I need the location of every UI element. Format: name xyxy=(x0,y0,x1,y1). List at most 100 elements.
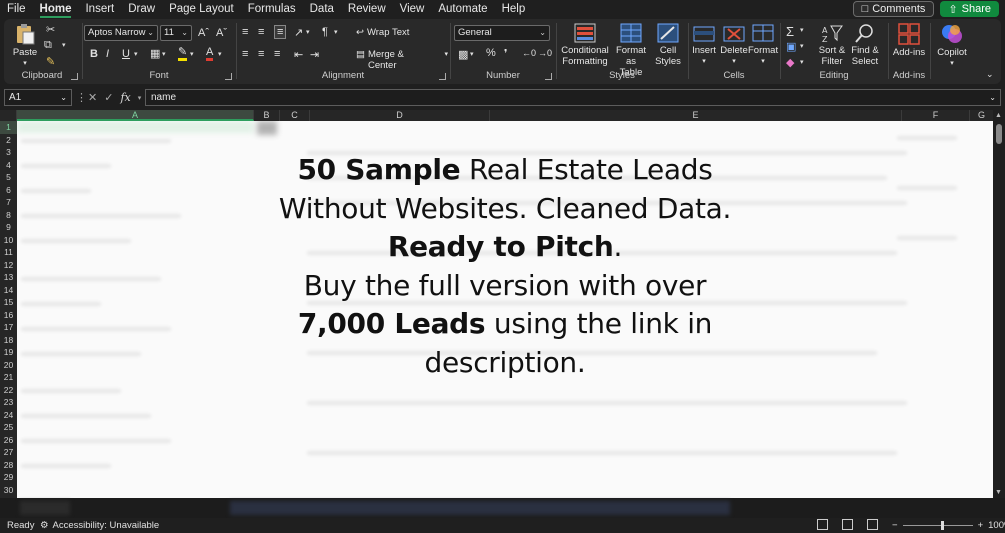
row-header[interactable]: 12 xyxy=(0,259,17,272)
borders-icon[interactable]: ▦ xyxy=(150,47,160,60)
column-header-b[interactable]: B xyxy=(254,110,280,121)
menu-page-layout[interactable]: Page Layout xyxy=(162,0,241,18)
menu-help[interactable]: Help xyxy=(495,0,533,18)
font-launcher-icon[interactable] xyxy=(225,73,232,80)
fill-icon[interactable]: ▣ xyxy=(786,40,796,53)
orientation-icon[interactable]: ↗ xyxy=(294,26,303,39)
row-header[interactable]: 27 xyxy=(0,446,17,459)
row-header[interactable]: 11 xyxy=(0,246,17,259)
insert-function-button[interactable]: fx xyxy=(120,91,130,104)
delete-dropdown-icon[interactable]: ▾ xyxy=(720,56,748,67)
underline-button[interactable]: U xyxy=(122,48,130,60)
format-cells-button[interactable]: Format ▾ xyxy=(748,23,778,67)
row-header[interactable]: 20 xyxy=(0,359,17,372)
menu-review[interactable]: Review xyxy=(341,0,393,18)
enter-icon[interactable]: ✓ xyxy=(104,91,113,104)
autosum-icon[interactable]: Σ xyxy=(786,24,794,39)
row-header[interactable]: 4 xyxy=(0,159,17,172)
decrease-indent-icon[interactable]: ⇤ xyxy=(294,48,303,61)
row-header[interactable]: 17 xyxy=(0,321,17,334)
decrease-decimal-icon[interactable]: →0 xyxy=(538,48,552,58)
cut-icon[interactable]: ✂ xyxy=(46,23,55,36)
decrease-font-icon[interactable]: Aˇ xyxy=(216,27,227,39)
text-direction-dropdown-icon[interactable]: ▾ xyxy=(334,28,338,36)
row-header[interactable]: 7 xyxy=(0,196,17,209)
paste-dropdown-icon[interactable]: ▾ xyxy=(10,58,40,69)
accessibility-status[interactable]: ⚙ Accessibility: Unavailable xyxy=(40,520,159,531)
row-header[interactable]: 2 xyxy=(0,134,17,147)
column-header-a[interactable]: A xyxy=(17,110,254,121)
column-header-d[interactable]: D xyxy=(310,110,490,121)
row-header[interactable]: 9 xyxy=(0,221,17,234)
scroll-up-icon[interactable]: ▲ xyxy=(995,112,1002,119)
copy-icon[interactable]: ⧉ xyxy=(44,39,52,52)
font-color-icon[interactable]: A xyxy=(206,47,214,61)
delete-cells-button[interactable]: Delete ▾ xyxy=(720,23,748,67)
row-header[interactable]: 1 xyxy=(0,121,17,134)
format-dropdown-icon[interactable]: ▾ xyxy=(748,56,778,67)
zoom-slider-thumb[interactable] xyxy=(940,521,944,530)
italic-button[interactable]: I xyxy=(106,48,109,60)
align-left-icon[interactable]: ≡ xyxy=(242,48,248,60)
page-break-view-icon[interactable] xyxy=(867,519,878,530)
row-header[interactable]: 24 xyxy=(0,409,17,422)
row-header[interactable]: 15 xyxy=(0,296,17,309)
row-header[interactable]: 25 xyxy=(0,421,17,434)
clear-icon[interactable]: ◆ xyxy=(786,56,794,69)
fill-dropdown-icon[interactable]: ▾ xyxy=(800,42,804,50)
menu-insert[interactable]: Insert xyxy=(78,0,121,18)
row-header[interactable]: 29 xyxy=(0,471,17,484)
row-header[interactable]: 3 xyxy=(0,146,17,159)
row-header[interactable]: 19 xyxy=(0,346,17,359)
percent-button[interactable]: % xyxy=(486,47,496,59)
row-header[interactable]: 13 xyxy=(0,271,17,284)
clipboard-launcher-icon[interactable] xyxy=(71,73,78,80)
row-header[interactable]: 16 xyxy=(0,309,17,322)
currency-icon[interactable]: ▩ xyxy=(458,48,468,61)
merge-center-button[interactable]: ▤ Merge & Center ▾ xyxy=(356,49,448,71)
alignment-launcher-icon[interactable] xyxy=(439,73,446,80)
column-header-g[interactable]: G xyxy=(970,110,993,121)
row-header[interactable]: 18 xyxy=(0,334,17,347)
insert-cells-button[interactable]: Insert ▾ xyxy=(690,23,718,67)
scroll-down-icon[interactable]: ▼ xyxy=(995,489,1002,496)
align-right-icon[interactable]: ≡ xyxy=(274,48,280,60)
row-header[interactable]: 10 xyxy=(0,234,17,247)
normal-view-icon[interactable] xyxy=(817,519,828,530)
copy-dropdown-icon[interactable]: ▾ xyxy=(62,41,66,49)
horizontal-scrollbar[interactable] xyxy=(230,501,730,515)
menu-draw[interactable]: Draw xyxy=(121,0,162,18)
menu-file[interactable]: File xyxy=(0,0,33,18)
clear-dropdown-icon[interactable]: ▾ xyxy=(800,58,804,66)
borders-dropdown-icon[interactable]: ▾ xyxy=(162,50,166,58)
row-header[interactable]: 30 xyxy=(0,484,17,497)
insert-dropdown-icon[interactable]: ▾ xyxy=(690,56,718,67)
align-top-icon[interactable]: ≡ xyxy=(242,26,248,38)
increase-indent-icon[interactable]: ⇥ xyxy=(310,48,319,61)
cancel-icon[interactable]: ✕ xyxy=(88,91,97,104)
zoom-level[interactable]: 100% xyxy=(988,520,1005,531)
sheet-tab[interactable] xyxy=(20,501,70,515)
menu-data[interactable]: Data xyxy=(303,0,341,18)
format-painter-icon[interactable]: ✎ xyxy=(46,55,55,68)
underline-dropdown-icon[interactable]: ▾ xyxy=(134,50,138,58)
comma-style-icon[interactable]: ❜ xyxy=(504,47,508,60)
zoom-slider[interactable] xyxy=(902,521,973,530)
select-all-corner[interactable] xyxy=(0,110,17,121)
align-center-icon[interactable]: ≡ xyxy=(258,48,264,60)
number-launcher-icon[interactable] xyxy=(545,73,552,80)
row-header[interactable]: 14 xyxy=(0,284,17,297)
conditional-formatting-button[interactable]: Conditional Formatting xyxy=(560,23,610,67)
name-box[interactable]: A1 ⌄ xyxy=(4,89,72,106)
copilot-dropdown-icon[interactable]: ▾ xyxy=(932,58,972,69)
autosum-dropdown-icon[interactable]: ▾ xyxy=(800,26,804,34)
paste-button[interactable]: Paste ▾ xyxy=(10,23,40,69)
column-header-f[interactable]: F xyxy=(902,110,970,121)
cell-styles-button[interactable]: Cell Styles xyxy=(652,23,684,67)
column-header-c[interactable]: C xyxy=(280,110,310,121)
addins-button[interactable]: Add-ins xyxy=(890,23,928,58)
collapse-ribbon-icon[interactable]: ⌄ xyxy=(986,69,994,80)
row-header[interactable]: 23 xyxy=(0,396,17,409)
zoom-out-icon[interactable]: − xyxy=(892,520,898,531)
align-bottom-icon[interactable]: ≡ xyxy=(274,25,287,39)
